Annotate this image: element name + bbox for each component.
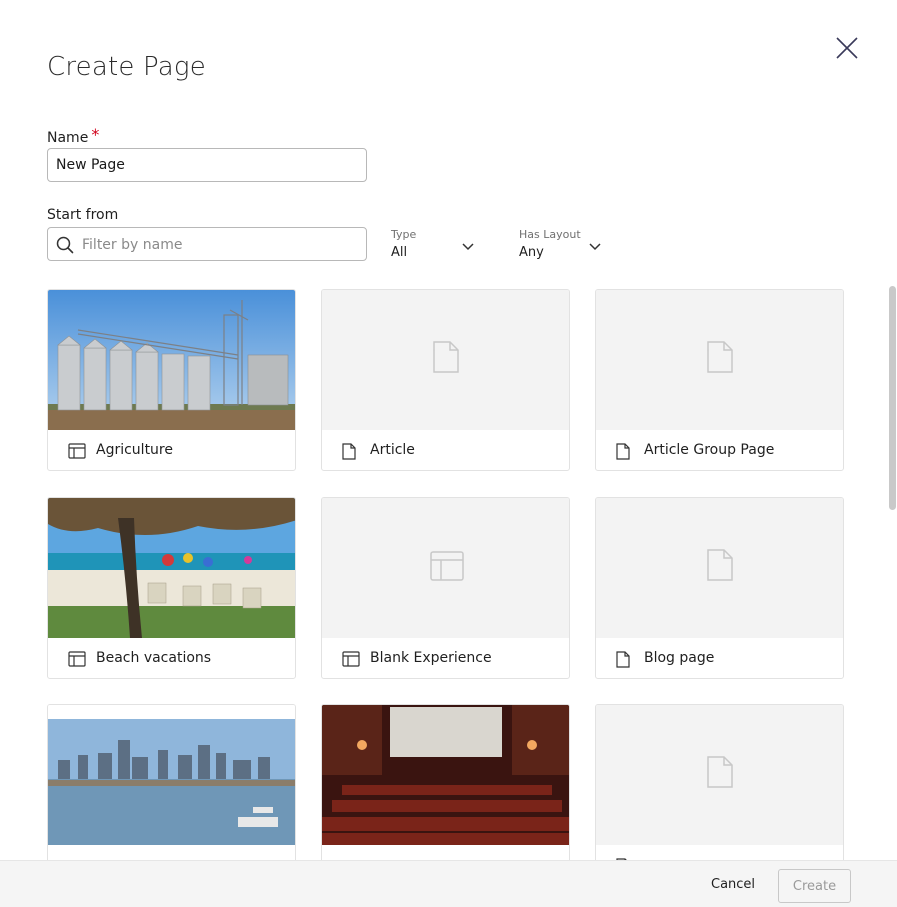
template-name: Blank Experience bbox=[370, 650, 492, 666]
type-filter-label: Type bbox=[391, 228, 417, 241]
has-layout-filter-label: Has Layout bbox=[519, 228, 581, 241]
layout-icon bbox=[342, 651, 360, 667]
template-name: Article Group Page bbox=[644, 442, 775, 458]
page-icon bbox=[342, 443, 356, 460]
layout-icon bbox=[68, 651, 86, 667]
template-name: Blog page bbox=[644, 650, 715, 666]
template-card-article[interactable]: Article bbox=[321, 289, 570, 471]
dialog-title: Create Page bbox=[47, 52, 206, 82]
chevron-down-icon bbox=[462, 243, 474, 251]
template-card-movie-theater[interactable] bbox=[321, 704, 570, 860]
blank-experience-thumbnail bbox=[322, 498, 569, 638]
scrollbar-thumb[interactable] bbox=[889, 286, 896, 510]
article-group-page-thumbnail bbox=[596, 290, 843, 430]
template-card-article-group-page[interactable]: Article Group Page bbox=[595, 289, 844, 471]
cancel-button[interactable]: Cancel bbox=[703, 869, 763, 901]
page-thumbnail bbox=[596, 705, 843, 845]
layout-icon bbox=[68, 443, 86, 459]
beach-vacations-thumbnail bbox=[48, 498, 295, 638]
page-icon bbox=[616, 443, 630, 460]
template-name: Agriculture bbox=[96, 442, 173, 458]
article-thumbnail bbox=[322, 290, 569, 430]
template-card-city-skyline[interactable] bbox=[47, 704, 296, 860]
name-label-text: Name bbox=[47, 130, 89, 146]
template-card-beach-vacations[interactable]: Beach vacations bbox=[47, 497, 296, 679]
template-name: Article bbox=[370, 442, 415, 458]
filter-by-name-input[interactable] bbox=[80, 228, 364, 262]
layout-placeholder-icon bbox=[430, 551, 464, 581]
template-card-blank-experience[interactable]: Blank Experience bbox=[321, 497, 570, 679]
template-card-page[interactable] bbox=[595, 704, 844, 860]
movie-theater-thumbnail bbox=[322, 705, 569, 845]
page-placeholder-icon bbox=[707, 549, 733, 581]
template-card-blog-page[interactable]: Blog page bbox=[595, 497, 844, 679]
create-button[interactable]: Create bbox=[778, 869, 851, 903]
agriculture-thumbnail bbox=[48, 290, 295, 430]
close-icon bbox=[836, 37, 858, 59]
page-placeholder-icon bbox=[707, 341, 733, 373]
page-placeholder-icon bbox=[707, 756, 733, 788]
city-skyline-thumbnail bbox=[48, 705, 295, 845]
name-input[interactable] bbox=[47, 148, 367, 182]
template-name: Beach vacations bbox=[96, 650, 212, 666]
chevron-down-icon bbox=[589, 243, 601, 251]
page-placeholder-icon bbox=[433, 341, 459, 373]
page-icon bbox=[616, 651, 630, 668]
blog-page-thumbnail bbox=[596, 498, 843, 638]
close-button[interactable] bbox=[832, 33, 862, 63]
has-layout-filter-dropdown[interactable]: Has Layout Any bbox=[519, 228, 609, 260]
template-grid: Agriculture Article Article Group Page B… bbox=[0, 282, 897, 860]
name-label: Name * bbox=[47, 125, 100, 146]
required-marker: * bbox=[91, 125, 100, 144]
filter-search-box bbox=[47, 227, 367, 262]
template-card-agriculture[interactable]: Agriculture bbox=[47, 289, 296, 471]
start-from-label: Start from bbox=[47, 207, 119, 223]
search-icon bbox=[56, 236, 74, 254]
type-filter-dropdown[interactable]: Type All bbox=[391, 228, 481, 260]
